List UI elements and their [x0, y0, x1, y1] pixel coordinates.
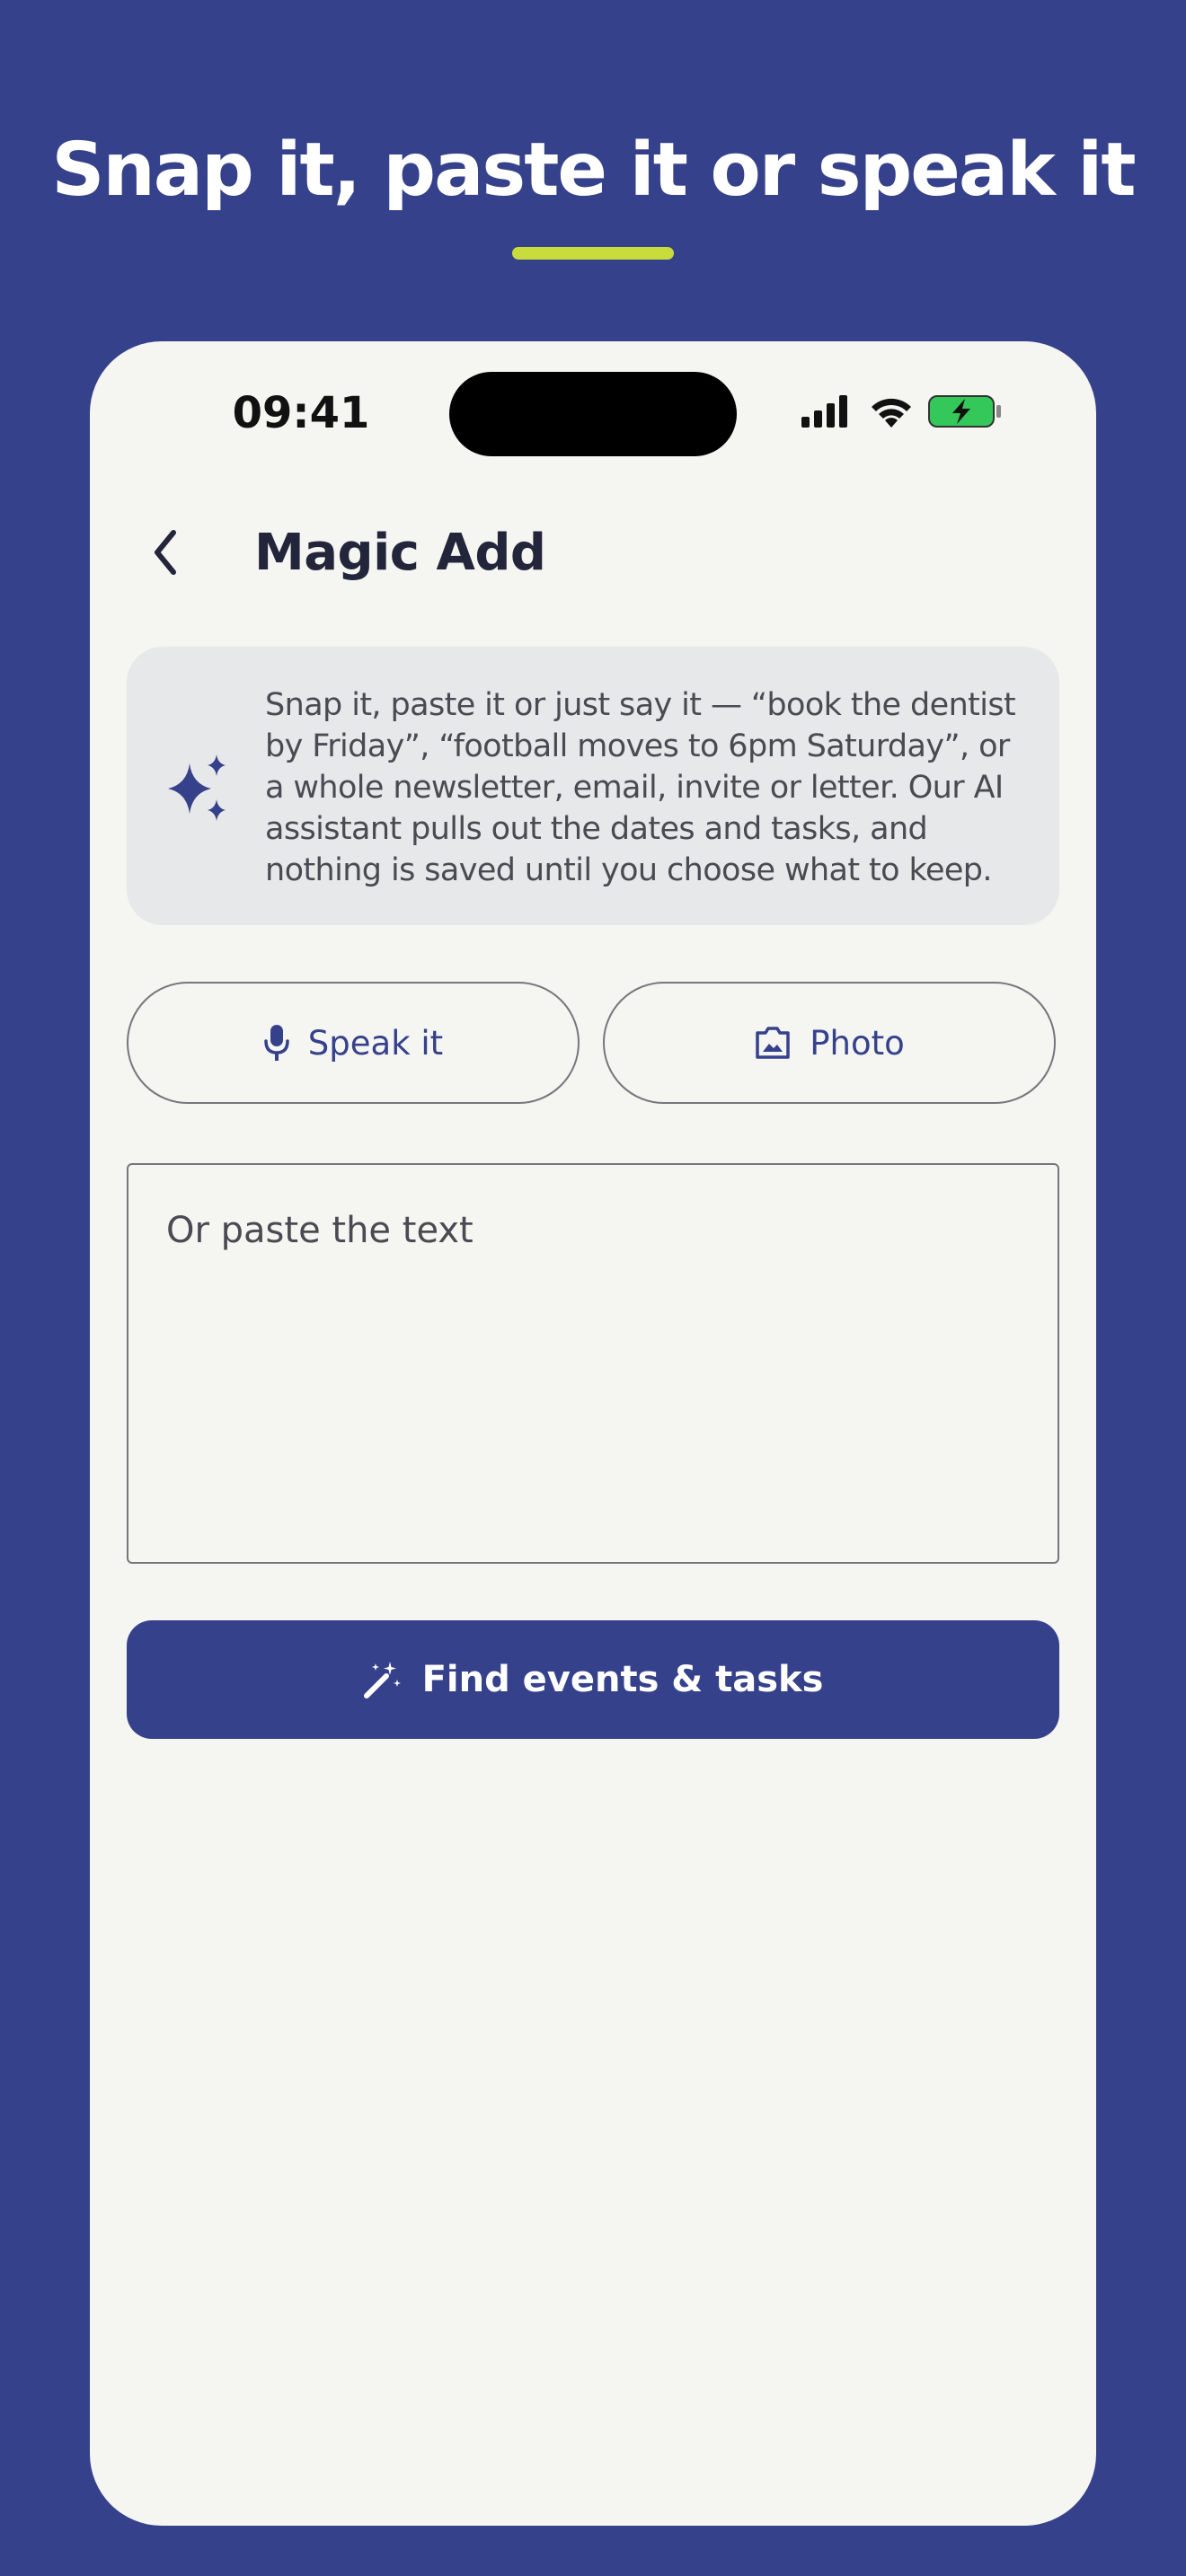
find-events-button[interactable]: Find events & tasks — [127, 1620, 1059, 1739]
status-time: 09:41 — [232, 388, 370, 438]
speak-button[interactable]: Speak it — [127, 982, 580, 1104]
photo-button[interactable]: Photo — [603, 982, 1056, 1104]
headline: Snap it, paste it or speak it — [51, 128, 1136, 213]
headline-underline — [512, 247, 674, 260]
microphone-icon — [264, 1025, 289, 1061]
sparkle-icon — [168, 754, 226, 821]
speak-button-label: Speak it — [307, 1023, 444, 1063]
info-card: Snap it, paste it or just say it — “book… — [127, 647, 1059, 925]
info-text: Snap it, paste it or just say it — “book… — [265, 687, 1016, 888]
page-title: Magic Add — [254, 524, 546, 582]
cellular-signal-icon — [801, 395, 847, 428]
phone-screen: 09:41 Magic Add Snap it, paste it or jus… — [90, 341, 1096, 2526]
photo-icon — [756, 1027, 790, 1059]
battery-charging-icon — [928, 395, 1001, 428]
wifi-icon — [872, 398, 911, 428]
chevron-left-icon — [155, 530, 176, 575]
back-button[interactable] — [126, 512, 207, 593]
status-icons — [800, 393, 1015, 438]
paste-text-input[interactable] — [127, 1163, 1059, 1564]
dynamic-island — [449, 372, 737, 456]
magic-wand-icon — [363, 1662, 401, 1698]
find-events-label: Find events & tasks — [421, 1659, 824, 1700]
photo-button-label: Photo — [810, 1023, 905, 1063]
